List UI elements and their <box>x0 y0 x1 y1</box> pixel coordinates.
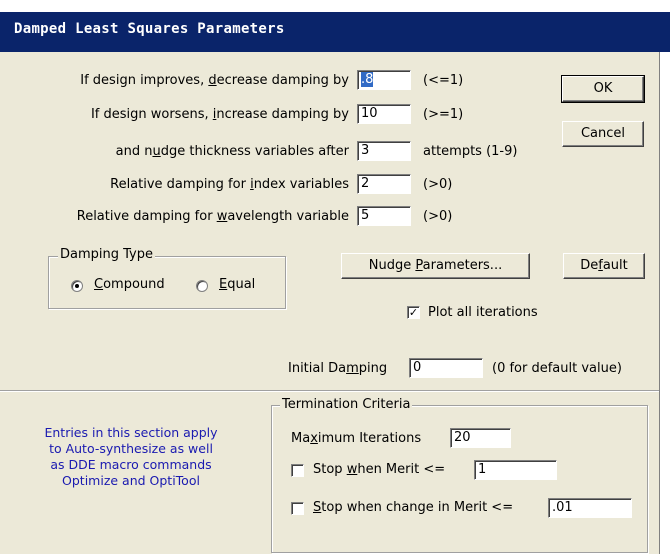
nudge-thickness-input[interactable]: 3 <box>357 141 411 161</box>
initial-damping-hint: (0 for default value) <box>492 361 622 376</box>
plot-all-checkbox[interactable]: ✓ <box>407 306 420 319</box>
compound-label[interactable]: Compound <box>94 277 165 292</box>
increase-damping-hint: (>=1) <box>423 107 464 122</box>
stop-when-change-label[interactable]: Stop when change in Merit <= <box>313 500 513 515</box>
damping-type-title: Damping Type <box>58 247 155 262</box>
auto-synthesize-note: Entries in this section apply to Auto-sy… <box>44 425 218 488</box>
initial-damping-label: Initial Damping <box>288 361 388 376</box>
wavelength-damping-label: Relative damping for wavelength variable <box>76 209 349 224</box>
stop-when-merit-checkbox[interactable] <box>291 464 304 477</box>
max-iterations-label: Maximum Iterations <box>291 431 422 446</box>
nudge-thickness-hint: attempts (1-9) <box>423 144 518 159</box>
decrease-damping-input[interactable]: .8 <box>357 70 411 90</box>
index-damping-hint: (>0) <box>423 177 453 192</box>
index-damping-label: Relative damping for index variables <box>110 177 349 192</box>
index-damping-input[interactable]: 2 <box>357 174 411 194</box>
stop-when-merit-label[interactable]: Stop when Merit <= <box>313 462 445 477</box>
wavelength-damping-hint: (>0) <box>423 209 453 224</box>
plot-all-label[interactable]: Plot all iterations <box>428 305 538 320</box>
nudge-parameters-button[interactable]: Nudge Parameters... <box>341 253 530 279</box>
nudge-thickness-label: and nudge thickness variables after <box>115 144 349 159</box>
decrease-damping-label: If design improves, decrease damping by <box>80 73 349 88</box>
cancel-button[interactable]: Cancel <box>562 121 644 147</box>
compound-radio[interactable] <box>71 280 83 292</box>
increase-damping-label: If design worsens, increase damping by <box>90 107 349 122</box>
equal-label[interactable]: Equal <box>219 277 255 292</box>
initial-damping-input[interactable]: 0 <box>409 358 483 378</box>
dialog-body: If design improves, decrease damping by … <box>0 52 660 554</box>
increase-damping-input[interactable]: 10 <box>357 104 411 124</box>
termination-criteria-title: Termination Criteria <box>280 397 413 412</box>
max-iterations-input[interactable]: 20 <box>450 428 511 448</box>
equal-radio[interactable] <box>196 280 208 292</box>
wavelength-damping-input[interactable]: 5 <box>357 206 411 226</box>
stop-when-merit-input[interactable]: 1 <box>474 460 557 480</box>
window-title: Damped Least Squares Parameters <box>14 21 285 37</box>
decrease-damping-hint: (<=1) <box>423 73 464 88</box>
default-button[interactable]: Default <box>563 253 645 279</box>
section-divider <box>0 390 659 392</box>
stop-when-change-input[interactable]: .01 <box>548 498 632 518</box>
stop-when-change-checkbox[interactable] <box>291 502 304 515</box>
ok-button[interactable]: OK <box>561 75 645 103</box>
